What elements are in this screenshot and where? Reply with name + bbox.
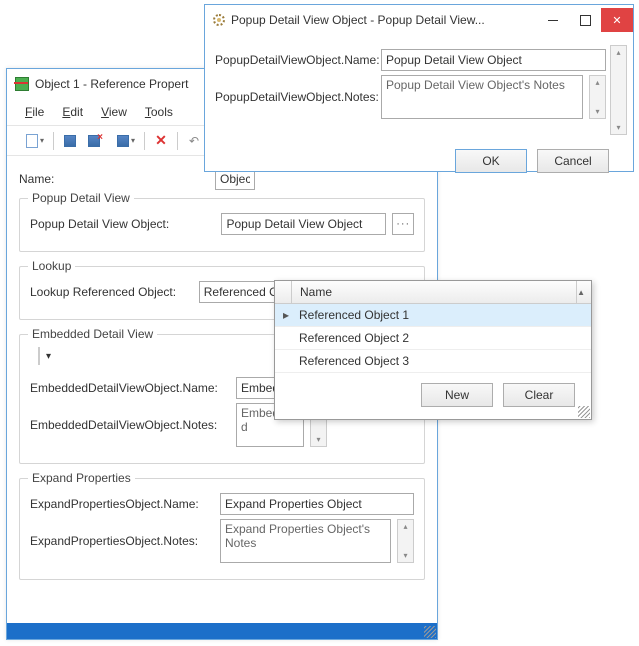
scrollbar[interactable]: ▴▾ (610, 45, 627, 135)
status-bar (7, 623, 437, 639)
dropdown-item[interactable]: ▸ Referenced Object 1 (275, 304, 591, 327)
sort-asc-icon: ▲ (577, 288, 591, 297)
menu-edit[interactable]: Edit (54, 103, 91, 121)
expand-group: Expand Properties ExpandPropertiesObject… (19, 478, 425, 580)
delete-icon: ✕ (155, 132, 167, 149)
dropdown-item-label: Referenced Object 1 (291, 304, 591, 326)
minimize-button[interactable] (537, 8, 569, 32)
resize-grip[interactable] (424, 626, 436, 638)
maximize-button[interactable] (569, 8, 601, 32)
expand-name-label: ExpandPropertiesObject.Name: (30, 497, 214, 511)
new-button[interactable] (17, 131, 47, 151)
delete-button[interactable]: ✕ (151, 131, 171, 151)
name-column-header[interactable]: Name (292, 281, 577, 303)
chevron-down-icon[interactable]: ▾ (46, 351, 51, 362)
close-button[interactable] (601, 8, 633, 32)
menu-file[interactable]: File (17, 103, 52, 121)
dropdown-item[interactable]: Referenced Object 2 (275, 327, 591, 350)
row-indicator-icon: ▸ (275, 304, 291, 326)
group-legend: Lookup (28, 259, 75, 273)
popup-object-input[interactable] (221, 213, 386, 235)
separator (38, 347, 40, 365)
ok-button[interactable]: OK (455, 149, 527, 173)
save-icon (64, 135, 76, 147)
menu-tools[interactable]: Tools (137, 103, 181, 121)
scrollbar[interactable]: ▴▾ (589, 75, 606, 119)
popup-dialog: Popup Detail View Object - Popup Detail … (204, 4, 634, 172)
save-icon (117, 135, 129, 147)
lookup-dropdown-panel: Name ▲ ▸ Referenced Object 1 Referenced … (274, 280, 592, 420)
popup-detail-group: Popup Detail View Popup Detail View Obje… (19, 198, 425, 252)
app-icon (15, 77, 29, 91)
dropdown-item[interactable]: Referenced Object 3 (275, 350, 591, 373)
ellipsis-button[interactable]: ··· (392, 213, 414, 235)
dropdown-item-label: Referenced Object 3 (291, 350, 591, 372)
popup-notes-label: PopupDetailViewObject.Notes: (215, 90, 375, 104)
save-button[interactable] (60, 131, 80, 151)
resize-grip[interactable] (578, 406, 590, 418)
expand-notes-label: ExpandPropertiesObject.Notes: (30, 534, 214, 548)
popup-name-label: PopupDetailViewObject.Name: (215, 53, 375, 67)
save-close-icon (88, 135, 100, 147)
group-legend: Expand Properties (28, 471, 135, 485)
undo-button[interactable]: ↶ (184, 131, 204, 151)
dropdown-header: Name ▲ (275, 281, 591, 304)
new-icon (26, 134, 38, 148)
save-close-button[interactable] (84, 131, 104, 151)
popup-object-label: Popup Detail View Object: (30, 217, 215, 231)
name-label: Name: (19, 172, 209, 186)
group-legend: Embedded Detail View (28, 327, 157, 341)
save-options-button[interactable] (108, 131, 138, 151)
dialog-titlebar[interactable]: Popup Detail View Object - Popup Detail … (205, 5, 633, 35)
scrollbar[interactable]: ▴▾ (397, 519, 414, 563)
clear-button[interactable]: Clear (503, 383, 575, 407)
expand-notes-input[interactable]: Expand Properties Object's Notes (220, 519, 391, 563)
embedded-name-label: EmbeddedDetailViewObject.Name: (30, 381, 230, 395)
group-legend: Popup Detail View (28, 191, 134, 205)
separator (53, 132, 54, 150)
popup-name-input[interactable] (381, 49, 606, 71)
separator (144, 132, 145, 150)
undo-icon: ↶ (189, 134, 199, 148)
embedded-notes-label: EmbeddedDetailViewObject.Notes: (30, 418, 230, 432)
dialog-title: Popup Detail View Object - Popup Detail … (231, 13, 531, 27)
row-indicator-header (275, 281, 292, 303)
cancel-button[interactable]: Cancel (537, 149, 609, 173)
menu-view[interactable]: View (93, 103, 135, 121)
popup-notes-input[interactable]: Popup Detail View Object's Notes (381, 75, 583, 119)
dropdown-item-label: Referenced Object 2 (291, 327, 591, 349)
separator (177, 132, 178, 150)
new-button[interactable]: New (421, 383, 493, 407)
gear-icon (213, 14, 225, 26)
expand-name-input[interactable] (220, 493, 414, 515)
lookup-label: Lookup Referenced Object: (30, 285, 193, 299)
